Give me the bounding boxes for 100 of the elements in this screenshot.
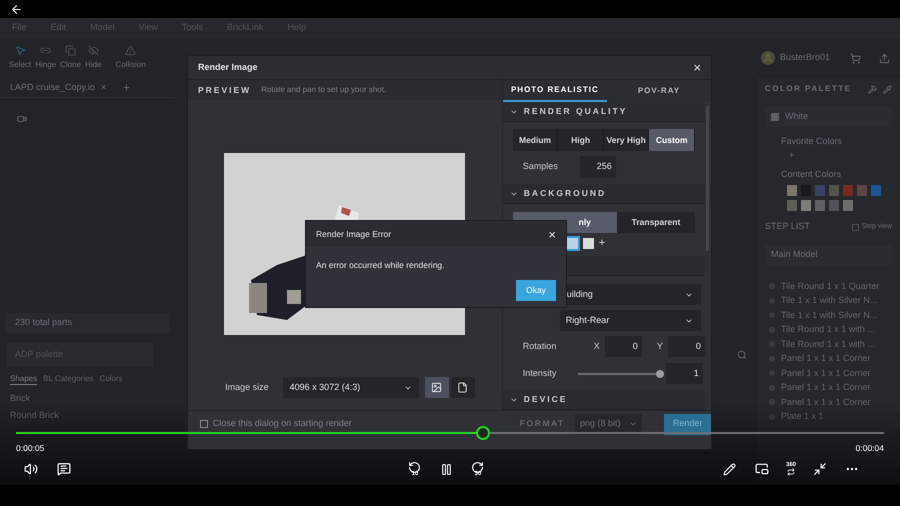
copy-icon: [65, 45, 76, 56]
part-group-item[interactable]: Brick: [10, 392, 30, 406]
color-swatch[interactable]: [843, 185, 853, 196]
forward-icon: [471, 461, 484, 474]
landscape-button[interactable]: [424, 377, 449, 398]
eye-off-icon: [88, 45, 99, 56]
field-label: FORMAT: [520, 418, 565, 430]
palette-tab[interactable]: Colors: [100, 373, 123, 384]
section-title: PREVIEW: [198, 84, 252, 96]
pause-button[interactable]: [440, 462, 453, 476]
step-view-checkbox[interactable]: [852, 224, 859, 230]
quality-option[interactable]: High: [558, 129, 604, 152]
add-color-button[interactable]: +: [789, 149, 794, 163]
shrink-button[interactable]: [813, 462, 828, 476]
samples-field[interactable]: 256: [580, 156, 616, 178]
render-mode-tab[interactable]: POV-RAY: [606, 80, 712, 102]
step-item[interactable]: Panel 1 x 1 x 1 Corner: [781, 352, 871, 366]
step-item[interactable]: Panel 1 x 1 x 1 Corner: [781, 381, 871, 394]
rotation-y-field[interactable]: 0: [668, 336, 705, 358]
mini-player-button[interactable]: [755, 462, 769, 476]
image-size-dropdown[interactable]: 4096 x 3072 (4:3): [282, 377, 419, 398]
panel-title: COLOR PALETTE: [765, 83, 852, 95]
intensity-field[interactable]: 1: [666, 363, 703, 384]
field-label: Rotation: [522, 340, 558, 353]
toolbar-button[interactable]: Select: [8, 45, 32, 71]
color-swatch[interactable]: [787, 185, 797, 196]
toolbar-button[interactable]: Hide: [84, 45, 102, 71]
step-item[interactable]: Tile Round 1 x 1 Quarter: [781, 280, 880, 293]
parts-count-bar: 230 total parts: [5, 313, 170, 333]
color-swatch[interactable]: [815, 200, 825, 211]
search-icon: [737, 350, 747, 360]
background-option[interactable]: Transparent: [616, 212, 696, 234]
color-swatch[interactable]: [787, 200, 797, 211]
close-tab-button[interactable]: ×: [100, 80, 106, 94]
eyedropper-icon: [883, 84, 892, 94]
background-swatch[interactable]: [582, 238, 594, 250]
dialog-title: Render Image: [198, 60, 259, 74]
back-button[interactable]: [9, 2, 23, 16]
warning-icon: [125, 45, 136, 56]
captions-icon: [57, 462, 71, 476]
rotate-arrows-icon: [787, 468, 795, 476]
camera-icon: [17, 114, 27, 124]
field-label: Intensity: [522, 366, 558, 380]
link-icon: [40, 45, 52, 56]
format-dropdown[interactable]: png (8 bit): [575, 414, 642, 435]
palette-tab[interactable]: Shapes: [10, 373, 38, 385]
step-item[interactable]: Panel 1 x 1 x 1 Corner: [781, 396, 871, 409]
hammer-icon: [868, 84, 877, 94]
step-item[interactable]: Tile Round 1 x 1 with ...: [781, 323, 875, 336]
color-swatch[interactable]: [801, 200, 811, 211]
error-message: An error occurred while rendering.: [316, 259, 446, 272]
section-header: BACKGROUND: [502, 184, 705, 204]
add-swatch-button[interactable]: +: [598, 238, 606, 250]
hint-text: Rotate and pan to set up your shot.: [261, 84, 386, 96]
section-header: RENDER QUALITY: [502, 102, 705, 122]
file-tab[interactable]: LAPD cruise_Copy.io: [10, 80, 95, 94]
captions-button[interactable]: [57, 462, 71, 476]
okay-button[interactable]: Okay: [516, 280, 556, 301]
pencil-icon: [723, 462, 736, 476]
cart-icon: [850, 52, 861, 64]
remaining-time: 0:00:04: [856, 442, 884, 455]
shrink-icon: [813, 462, 828, 476]
render-button[interactable]: Render: [664, 414, 711, 435]
elapsed-time: 0:00:05: [16, 442, 44, 455]
palette-tab[interactable]: BL Categories: [43, 373, 94, 384]
checkbox[interactable]: [200, 420, 208, 428]
upload-icon: [879, 52, 890, 64]
rotation-x-field[interactable]: 0: [604, 336, 642, 358]
step-item[interactable]: Plate 1 x 1: [781, 410, 824, 424]
toolbar-button[interactable]: Hinge: [34, 45, 58, 71]
color-swatch[interactable]: [829, 200, 839, 211]
color-swatch[interactable]: [871, 185, 881, 196]
step-item[interactable]: Tile Round 1 x 1 with ...: [781, 338, 875, 351]
color-swatch[interactable]: [815, 185, 825, 196]
toolbar-button[interactable]: Clone: [59, 45, 82, 71]
panel-title: STEP LIST: [765, 220, 811, 234]
page-icon: [457, 382, 468, 394]
color-swatch[interactable]: [857, 185, 867, 196]
slider-thumb[interactable]: [656, 370, 664, 378]
background-swatch[interactable]: [566, 238, 578, 250]
close-button[interactable]: ×: [548, 228, 556, 240]
pen-button[interactable]: [723, 462, 736, 476]
close-button[interactable]: ×: [693, 61, 701, 74]
step-item[interactable]: Tile 1 x 1 with Silver N...: [781, 308, 878, 322]
quality-option[interactable]: Custom: [649, 129, 695, 152]
part-group-item[interactable]: Round Brick: [10, 408, 60, 422]
color-swatch[interactable]: [829, 185, 839, 196]
quality-option[interactable]: Medium: [512, 129, 558, 152]
color-dropdown[interactable]: White: [765, 107, 892, 127]
volume-button[interactable]: [24, 462, 38, 476]
portrait-button[interactable]: [450, 377, 475, 398]
direction-dropdown[interactable]: Right-Rear: [560, 310, 701, 332]
model-dropdown[interactable]: Main Model: [765, 245, 892, 265]
speaker-icon: [24, 462, 38, 476]
step-item[interactable]: Tile 1 x 1 with Silver N...: [781, 294, 878, 308]
section-label: Content Colors: [781, 168, 842, 182]
color-swatch[interactable]: [843, 200, 853, 211]
axis-label: Y: [656, 340, 663, 353]
step-item[interactable]: Panel 1 x 1 x 1 Corner: [781, 366, 871, 380]
toolbar-button[interactable]: Collision: [114, 45, 147, 71]
